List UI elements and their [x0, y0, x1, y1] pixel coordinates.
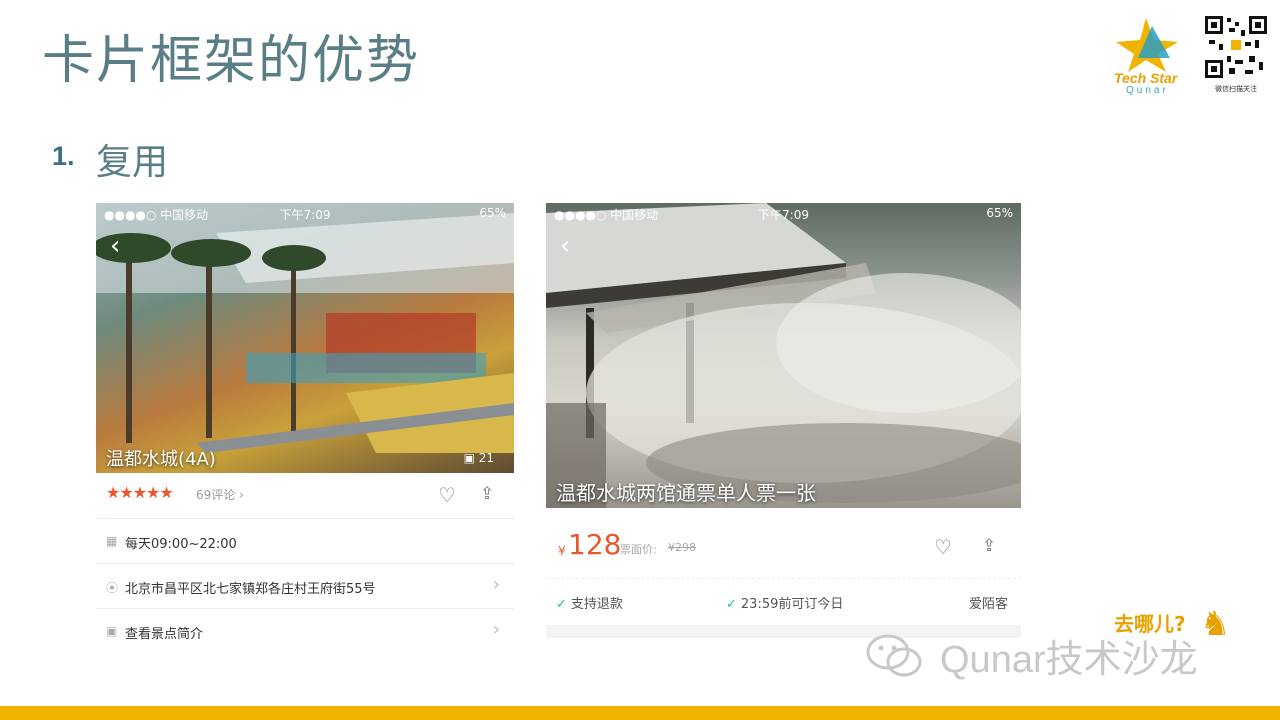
original-price: ¥298: [668, 541, 696, 554]
check-circle-icon: ✓: [556, 597, 567, 612]
techstar-logo: Tech Star Qunar: [1108, 14, 1190, 98]
location-pin-icon: ⦿: [106, 581, 119, 595]
logo-subtext: Qunar: [1126, 85, 1169, 96]
status-time: 下午7:09: [279, 208, 331, 222]
feature-refund: ✓ 支持退款: [556, 593, 623, 612]
reviews-link[interactable]: 69评论 ›: [196, 486, 244, 503]
address-text: 北京市昌平区北七家镇郑各庄村王府街55号: [125, 582, 376, 597]
currency-symbol: ¥: [558, 544, 566, 558]
intro-link-text: 查看景点简介: [125, 627, 204, 642]
rating-stars: ★★★★★: [106, 483, 174, 502]
share-icon[interactable]: ⇪: [982, 536, 996, 556]
feature-booking-text: 23:59前可订今日: [740, 597, 844, 612]
feature-refund-text: 支持退款: [570, 597, 623, 612]
status-bar: ●●●●○ 中国移动 下午7:09 65%: [96, 203, 514, 223]
attraction-title: 温都水城(4A): [106, 449, 216, 470]
wechat-icon: [866, 634, 922, 677]
qr-code: [1205, 16, 1267, 78]
opening-hours: 每天09:00~22:00: [125, 537, 237, 552]
feature-booking: ✓ 23:59前可订今日: [726, 593, 843, 612]
reviews-count: 69评论: [196, 488, 236, 502]
logo-text: Tech Star: [1114, 70, 1178, 86]
address-row[interactable]: ⦿ 北京市昌平区北七家镇郑各庄村王府街55号 ›: [96, 564, 514, 609]
calendar-icon: ▦: [106, 534, 118, 548]
rating-row: ★★★★★ 69评论 › ♡ ⇪: [96, 473, 514, 519]
phone-screenshot-ticket: ●●●●○ 中国移动 下午7:09 65% ‹ 温都水城两馆通票单人票一张 ¥ …: [546, 203, 1021, 638]
battery-text: 65%: [986, 206, 1013, 220]
chevron-right-icon: ›: [492, 619, 500, 640]
picture-icon: ▣: [106, 624, 118, 638]
share-icon[interactable]: ⇪: [480, 484, 494, 504]
attraction-hero-image: ●●●●○ 中国移动 下午7:09 65% ‹ 温都水城(4A) ▣ 21: [96, 203, 514, 473]
intro-row[interactable]: ▣ 查看景点简介 ›: [96, 609, 514, 648]
ticket-price: 128: [568, 528, 622, 561]
qr-caption: 微信扫描关注: [1215, 85, 1257, 93]
back-icon[interactable]: ‹: [560, 231, 570, 261]
image-icon: ▣: [463, 451, 479, 465]
photo-count[interactable]: ▣ 21: [464, 451, 494, 465]
status-time: 下午7:09: [758, 208, 809, 222]
camel-icon: ♞: [1200, 604, 1231, 644]
hours-row: ▦ 每天09:00~22:00: [96, 519, 514, 564]
star-icon: [1116, 18, 1178, 72]
heart-icon[interactable]: ♡: [934, 535, 952, 559]
ticket-hero-image: ●●●●○ 中国移动 下午7:09 65% ‹ 温都水城两馆通票单人票一张: [546, 203, 1021, 508]
bottom-accent-bar: [0, 706, 1280, 720]
subheading-text: 复用: [96, 142, 169, 183]
ticket-title: 温都水城两馆通票单人票一张: [556, 481, 816, 505]
photo-count-value: 21: [478, 451, 494, 465]
battery-text: 65%: [479, 206, 506, 220]
status-bar: ●●●●○ 中国移动 下午7:09 65%: [546, 203, 1021, 223]
qunar-brand: 去哪儿?: [1114, 612, 1186, 636]
heart-icon[interactable]: ♡: [438, 483, 456, 507]
chevron-right-icon: ›: [492, 574, 500, 595]
vendor-name: 爱陌客: [969, 597, 1009, 612]
subheading-number: 1.: [52, 141, 75, 171]
slide-title: 卡片框架的优势: [42, 31, 421, 91]
phone-screenshot-attraction: ●●●●○ 中国移动 下午7:09 65% ‹ 温都水城(4A) ▣ 21 ★★…: [96, 203, 514, 648]
divider: [546, 578, 1021, 579]
check-circle-icon: ✓: [726, 597, 737, 612]
original-price-label: 票面价:: [620, 543, 657, 556]
back-icon[interactable]: ‹: [110, 231, 120, 261]
